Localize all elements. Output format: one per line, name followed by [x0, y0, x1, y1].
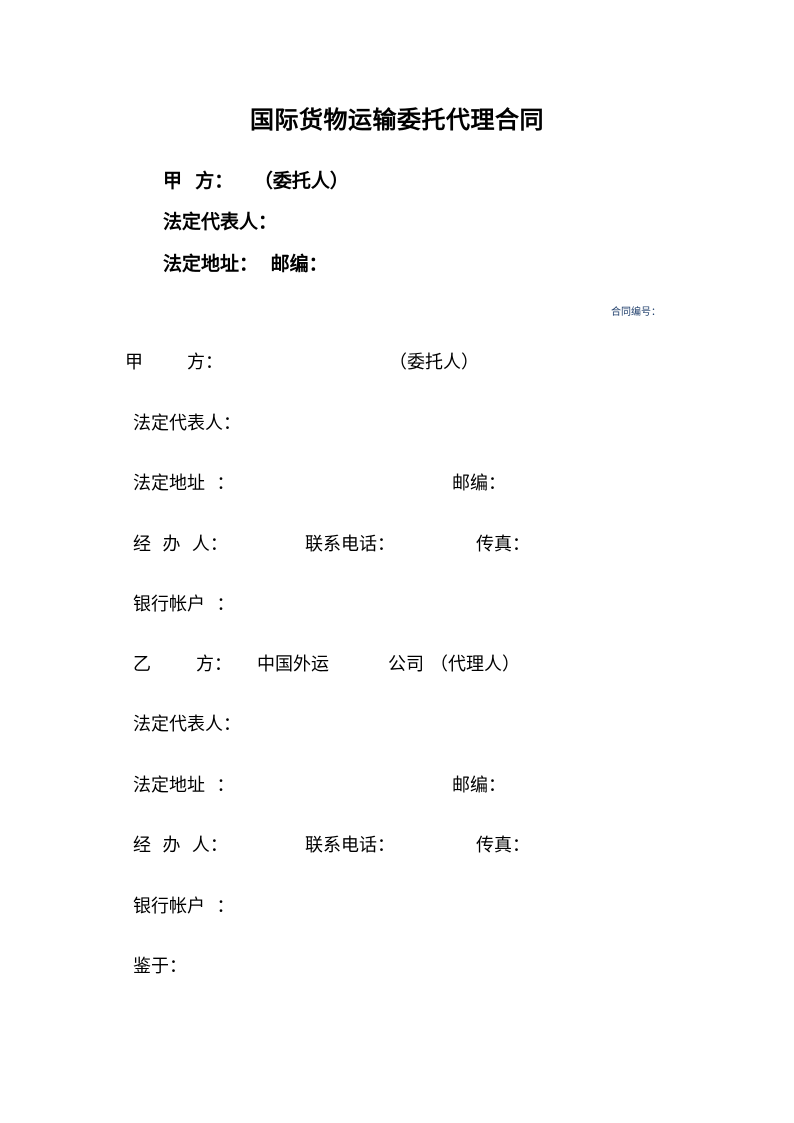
party-a-legal-address: 法定地址 ： — [133, 473, 235, 494]
header-party-a: 甲 方： （委托人） — [163, 166, 349, 193]
party-a-fax: 传真： — [476, 534, 530, 555]
party-a-postcode: 邮编： — [452, 473, 506, 494]
header-legal-rep: 法定代表人： — [163, 211, 278, 233]
party-a-role: （委托人） — [389, 352, 479, 373]
party-b-legal-address: 法定地址 ： — [133, 775, 235, 796]
party-b-phone: 联系电话： — [305, 835, 395, 856]
party-a-label-char2: 方： — [187, 352, 223, 373]
party-b-fax: 传真： — [476, 835, 530, 856]
header-party-a-label: 甲 方： — [163, 170, 234, 192]
document-title: 国际货物运输委托代理合同 — [250, 105, 544, 134]
contract-number-label: 合同编号： — [611, 307, 661, 318]
party-a-label-char1: 甲 — [125, 352, 143, 373]
party-b-role: （代理人） — [430, 654, 520, 675]
party-b-handler: 经 办 人： — [133, 835, 228, 856]
party-b-label-char2: 方： — [196, 654, 232, 675]
header-legal-address-row: 法定地址： 邮编： — [163, 249, 328, 276]
header-postcode: 邮编： — [270, 253, 328, 275]
party-a-legal-rep: 法定代表人： — [133, 413, 241, 434]
party-a-handler: 经 办 人： — [133, 534, 228, 555]
party-b-label-char1: 乙 — [133, 654, 151, 675]
header-party-a-role: （委托人） — [253, 170, 349, 192]
party-a-bank-account: 银行帐户 ： — [133, 594, 235, 615]
whereas-label: 鉴于： — [133, 956, 187, 977]
header-legal-address: 法定地址： — [163, 253, 259, 275]
party-b-postcode: 邮编： — [452, 775, 506, 796]
party-b-bank-account: 银行帐户 ： — [133, 896, 235, 917]
party-b-legal-rep: 法定代表人： — [133, 714, 241, 735]
party-b-company-suffix: 公司 — [388, 654, 424, 675]
party-a-phone: 联系电话： — [305, 534, 395, 555]
party-b-company-prefix: 中国外运 — [257, 654, 329, 675]
